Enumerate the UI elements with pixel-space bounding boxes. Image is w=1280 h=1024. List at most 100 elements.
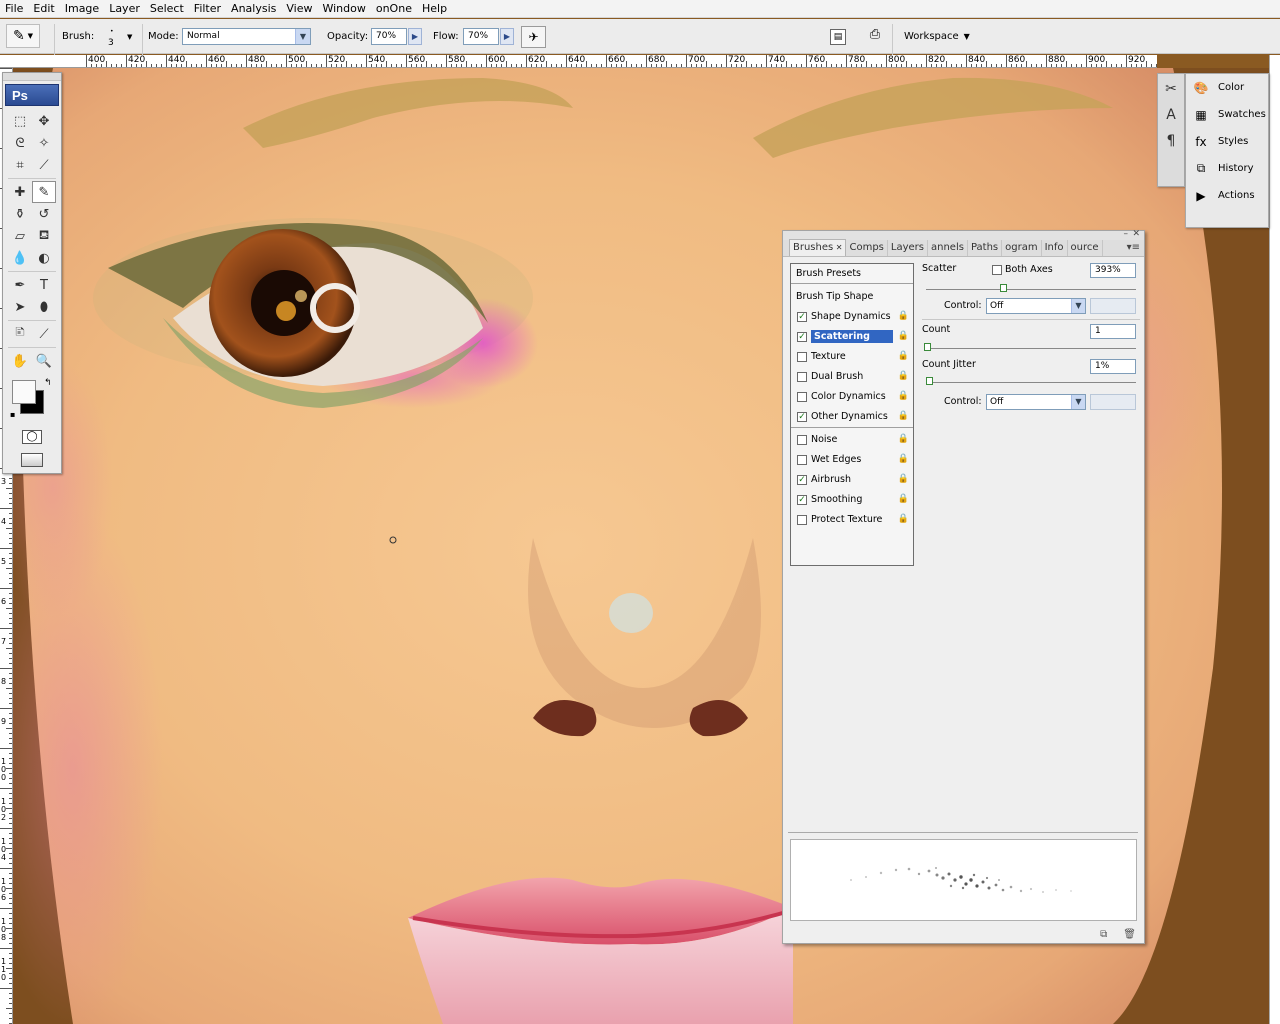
pen-tool-button[interactable]: ✒	[8, 274, 32, 296]
menu-item-layer[interactable]: Layer	[104, 0, 145, 18]
brush-option-dual-brush[interactable]: Dual Brush 🔒	[791, 367, 913, 386]
scatter-input[interactable]: 393%	[1090, 263, 1136, 278]
brush-option-texture[interactable]: Texture 🔒	[791, 347, 913, 366]
lock-icon[interactable]: 🔒	[898, 391, 909, 401]
quick-mask-button[interactable]: ◯	[3, 426, 61, 448]
lock-icon[interactable]: 🔒	[898, 411, 909, 421]
dock-item-actions[interactable]: ▶ Actions	[1186, 182, 1268, 209]
option-checkbox[interactable]	[797, 391, 807, 402]
count-jitter-input[interactable]: 1%	[1090, 359, 1136, 374]
notes-tool-button[interactable]: 🗈	[8, 323, 32, 345]
option-checkbox[interactable]	[797, 371, 807, 382]
menu-item-edit[interactable]: Edit	[28, 0, 59, 18]
foreground-color-swatch[interactable]	[12, 380, 36, 404]
option-checkbox[interactable]	[797, 454, 807, 465]
brush-presets-item[interactable]: Brush Presets	[791, 264, 913, 283]
dock-item-history[interactable]: ⧉ History	[1186, 155, 1268, 182]
panel-grip[interactable]	[3, 73, 61, 81]
option-checkbox[interactable]: ✓	[797, 411, 807, 422]
brush-option-wet-edges[interactable]: Wet Edges 🔒	[791, 450, 913, 469]
flow-input[interactable]: 70%	[463, 28, 499, 45]
menu-item-select[interactable]: Select	[145, 0, 189, 18]
count-jitter-slider-track[interactable]	[926, 382, 1136, 383]
option-checkbox[interactable]: ✓	[797, 494, 807, 505]
lasso-tool-button[interactable]: ᘓ	[8, 132, 32, 154]
count-input[interactable]: 1	[1090, 324, 1136, 339]
brush-option-smoothing[interactable]: ✓ Smoothing 🔒	[791, 490, 913, 509]
clone-stamp-tool-button[interactable]: ⚱	[8, 203, 32, 225]
tab-brushes[interactable]: Brushes ✕	[789, 239, 847, 256]
dodge-tool-button[interactable]: ◐	[32, 247, 56, 269]
paint-bucket-tool-button[interactable]: ⛾	[32, 225, 56, 247]
dock-item-swatches[interactable]: ▦ Swatches	[1186, 101, 1268, 128]
menu-item-filter[interactable]: Filter	[189, 0, 226, 18]
flow-slider-button[interactable]: ▶	[500, 28, 514, 45]
scatter-slider-thumb[interactable]	[1000, 284, 1007, 292]
menu-item-help[interactable]: Help	[417, 0, 452, 18]
option-checkbox[interactable]: ✓	[797, 311, 807, 322]
brush-tool-button[interactable]: ✎	[32, 181, 56, 203]
option-checkbox[interactable]	[797, 434, 807, 445]
lock-icon[interactable]: 🔒	[898, 454, 909, 464]
move-tool-button[interactable]: ✥	[32, 110, 56, 132]
character-button[interactable]: A	[1160, 104, 1182, 126]
option-checkbox[interactable]	[797, 514, 807, 525]
tab-info[interactable]: Info	[1042, 240, 1068, 256]
default-colors-icon[interactable]: ▪	[10, 410, 15, 419]
dock-item-color[interactable]: 🎨 Color	[1186, 74, 1268, 101]
tab-ogram[interactable]: ogram	[1002, 240, 1042, 256]
mode-select[interactable]: Normal ▼	[182, 28, 311, 45]
tool-presets-button[interactable]: ✂	[1160, 78, 1182, 100]
brush-option-shape-dynamics[interactable]: ✓ Shape Dynamics 🔒	[791, 307, 913, 326]
photoshop-logo[interactable]: Ps	[5, 84, 59, 106]
blur-tool-button[interactable]: 💧	[8, 247, 32, 269]
tab-ource[interactable]: ource	[1068, 240, 1103, 256]
palette-well-button[interactable]: ▤	[830, 28, 846, 45]
option-checkbox[interactable]: ✓	[797, 331, 807, 342]
count-slider-track[interactable]	[926, 348, 1136, 349]
lock-icon[interactable]: 🔒	[898, 514, 909, 524]
opacity-input[interactable]: 70%	[371, 28, 407, 45]
lock-icon[interactable]: 🔒	[898, 474, 909, 484]
bridge-button[interactable]: ⎙	[864, 27, 886, 47]
tab-annels[interactable]: annels	[928, 240, 968, 256]
brush-option-other-dynamics[interactable]: ✓ Other Dynamics 🔒	[791, 407, 913, 426]
swap-colors-icon[interactable]: ↰	[44, 378, 52, 388]
airbrush-toggle[interactable]: ✈	[521, 25, 546, 48]
tab-paths[interactable]: Paths	[968, 240, 1003, 256]
minimize-icon[interactable]: –	[1124, 229, 1129, 239]
eyedropper-tool-button[interactable]: ⟋	[32, 323, 56, 345]
scatter-slider-track[interactable]	[926, 289, 1136, 290]
eyedropper-slice-tool-button[interactable]: ⟋	[32, 154, 56, 176]
brush-option-protect-texture[interactable]: Protect Texture 🔒	[791, 510, 913, 529]
crop-tool-button[interactable]: ⌗	[8, 154, 32, 176]
brush-option-color-dynamics[interactable]: Color Dynamics 🔒	[791, 387, 913, 406]
menu-item-window[interactable]: Window	[317, 0, 370, 18]
scrollbar-vertical[interactable]	[1269, 55, 1280, 1024]
zoom-tool-button[interactable]: 🔍	[32, 350, 56, 372]
dock-item-styles[interactable]: fx Styles	[1186, 128, 1268, 155]
marquee-tool-button[interactable]: ⬚	[8, 110, 32, 132]
screen-mode-button[interactable]	[3, 448, 61, 472]
type-tool-button[interactable]: T	[32, 274, 56, 296]
tab-comps[interactable]: Comps	[846, 240, 888, 256]
lock-icon[interactable]: 🔒	[898, 331, 909, 341]
brush-picker[interactable]: • 3 ▼	[100, 19, 136, 54]
lock-icon[interactable]: 🔒	[898, 494, 909, 504]
menu-item-file[interactable]: File	[0, 0, 28, 18]
menu-item-view[interactable]: View	[281, 0, 317, 18]
brush-option-airbrush[interactable]: ✓ Airbrush 🔒	[791, 470, 913, 489]
lock-icon[interactable]: 🔒	[898, 371, 909, 381]
brush-option-scattering[interactable]: ✓ Scattering 🔒	[791, 327, 913, 346]
count-slider-thumb[interactable]	[924, 343, 931, 351]
hand-tool-button[interactable]: ✋	[8, 350, 32, 372]
eraser-tool-button[interactable]: ▱	[8, 225, 32, 247]
close-icon[interactable]: ✕	[1132, 229, 1140, 239]
menu-item-analysis[interactable]: Analysis	[226, 0, 281, 18]
lock-icon[interactable]: 🔒	[898, 351, 909, 361]
menu-item-image[interactable]: Image	[60, 0, 104, 18]
shape-tool-button[interactable]: ⬮	[32, 296, 56, 318]
delete-icon[interactable]: 🗑	[1123, 929, 1136, 940]
brush-tip-shape-item[interactable]: Brush Tip Shape	[791, 287, 913, 306]
menu-item-onone[interactable]: onOne	[371, 0, 417, 18]
